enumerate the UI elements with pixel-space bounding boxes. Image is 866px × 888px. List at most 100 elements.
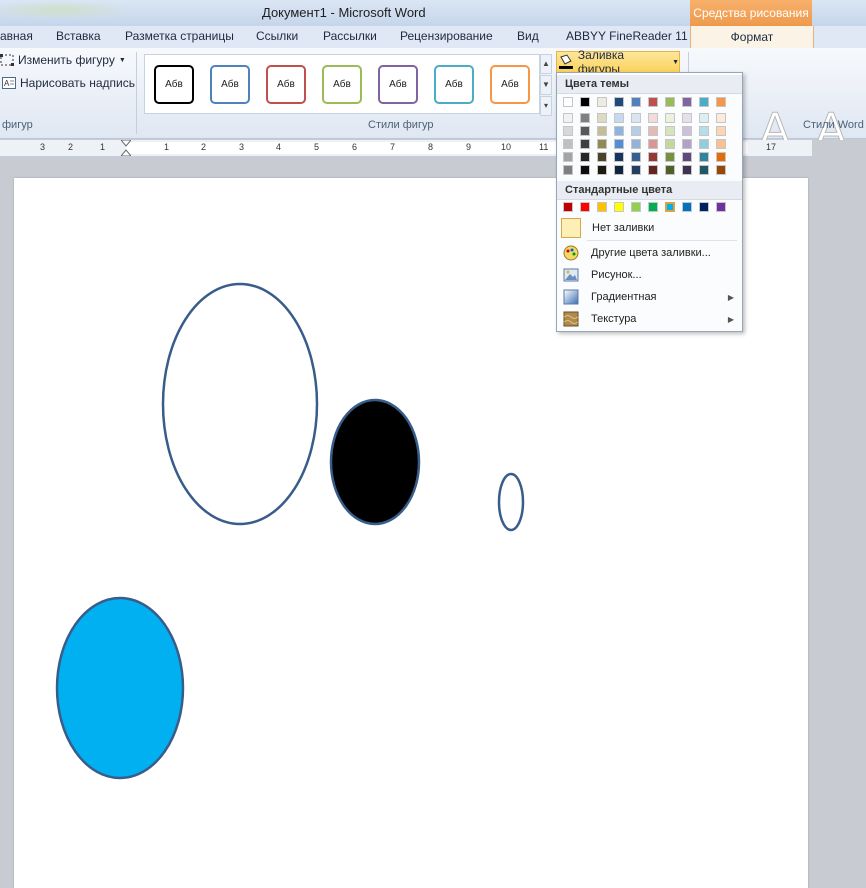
color-swatch[interactable] [631,152,641,162]
color-swatch[interactable] [631,139,641,149]
color-swatch[interactable] [563,165,573,175]
ellipse-outline-large[interactable] [161,282,319,526]
color-swatch[interactable] [682,152,692,162]
color-swatch[interactable] [716,139,726,149]
picture-fill-item[interactable]: Рисунок... [557,264,742,286]
gradient-fill-item[interactable]: Градиентная ▶ [557,286,742,308]
color-swatch[interactable] [716,113,726,123]
color-swatch[interactable] [614,165,624,175]
color-swatch[interactable] [682,165,692,175]
shape-style-preset[interactable]: Абв [434,65,474,104]
color-swatch[interactable] [614,202,624,212]
edit-shape-button[interactable]: Изменить фигуру ▼ [0,53,126,67]
tab-home[interactable]: авная [0,29,33,43]
gallery-up-button[interactable]: ▲ [540,54,552,74]
shape-style-preset[interactable]: Абв [266,65,306,104]
color-swatch[interactable] [597,152,607,162]
shape-fill-button[interactable]: Заливка фигуры ▼ [556,48,680,76]
color-swatch[interactable] [597,126,607,136]
color-swatch[interactable] [682,113,692,123]
color-swatch[interactable] [699,202,709,212]
color-swatch[interactable] [716,202,726,212]
color-swatch[interactable] [665,126,675,136]
color-swatch[interactable] [631,202,641,212]
color-swatch[interactable] [580,139,590,149]
color-swatch[interactable] [699,139,709,149]
tab-references[interactable]: Ссылки [256,29,298,43]
color-swatch[interactable] [597,113,607,123]
color-swatch[interactable] [716,97,726,107]
color-swatch[interactable] [580,202,590,212]
tab-format[interactable]: Формат [690,26,814,48]
color-swatch[interactable] [580,126,590,136]
color-swatch[interactable] [648,202,658,212]
color-swatch[interactable] [597,165,607,175]
color-swatch[interactable] [563,139,573,149]
color-swatch[interactable] [648,165,658,175]
tab-insert[interactable]: Вставка [56,29,101,43]
color-swatch[interactable] [597,202,607,212]
color-swatch[interactable] [614,152,624,162]
indent-marker[interactable] [119,139,133,157]
ellipse-small[interactable] [497,472,525,532]
texture-fill-item[interactable]: Текстура ▶ [557,308,742,330]
color-swatch[interactable] [665,113,675,123]
ellipse-black[interactable] [329,398,421,526]
color-swatch[interactable] [682,202,692,212]
color-swatch[interactable] [699,126,709,136]
color-swatch[interactable] [631,126,641,136]
color-swatch[interactable] [580,152,590,162]
color-swatch[interactable] [597,139,607,149]
color-swatch[interactable] [665,97,675,107]
color-swatch[interactable] [614,139,624,149]
color-swatch[interactable] [563,126,573,136]
color-swatch[interactable] [648,126,658,136]
color-swatch[interactable] [614,97,624,107]
tab-mailings[interactable]: Рассылки [323,29,377,43]
color-swatch[interactable] [699,97,709,107]
shape-style-preset[interactable]: Абв [322,65,362,104]
color-swatch[interactable] [665,165,675,175]
color-swatch[interactable] [614,113,624,123]
color-swatch[interactable] [563,113,573,123]
color-swatch[interactable] [665,139,675,149]
color-swatch[interactable] [631,165,641,175]
color-swatch[interactable] [699,152,709,162]
color-swatch[interactable] [580,165,590,175]
color-swatch[interactable] [716,152,726,162]
gallery-down-button[interactable]: ▼ [540,75,552,95]
color-swatch[interactable] [648,152,658,162]
shape-style-preset[interactable]: Абв [378,65,418,104]
color-swatch[interactable] [631,113,641,123]
color-swatch[interactable] [563,152,573,162]
no-fill-item[interactable]: Нет заливки [557,217,742,239]
color-swatch[interactable] [631,97,641,107]
more-fill-colors-item[interactable]: Другие цвета заливки... [557,242,742,264]
color-swatch[interactable] [664,201,676,213]
color-swatch[interactable] [682,139,692,149]
color-swatch[interactable] [716,165,726,175]
color-swatch[interactable] [665,152,675,162]
color-swatch[interactable] [597,97,607,107]
color-swatch[interactable] [682,97,692,107]
color-swatch[interactable] [648,97,658,107]
color-swatch[interactable] [716,126,726,136]
tab-review[interactable]: Рецензирование [400,29,493,43]
draw-textbox-button[interactable]: A Нарисовать надпись [2,76,135,90]
shape-style-preset[interactable]: Абв [210,65,250,104]
tab-abbyy[interactable]: ABBYY FineReader 11 [566,29,688,43]
color-swatch[interactable] [682,126,692,136]
color-swatch[interactable] [699,165,709,175]
color-swatch[interactable] [648,113,658,123]
color-swatch[interactable] [563,202,573,212]
shape-style-preset[interactable]: Абв [154,65,194,104]
color-swatch[interactable] [648,139,658,149]
tab-view[interactable]: Вид [517,29,539,43]
ellipse-blue[interactable] [55,596,185,780]
tab-page-layout[interactable]: Разметка страницы [125,29,234,43]
shape-style-preset[interactable]: Абв [490,65,530,104]
color-swatch[interactable] [563,97,573,107]
color-swatch[interactable] [699,113,709,123]
color-swatch[interactable] [614,126,624,136]
color-swatch[interactable] [580,113,590,123]
